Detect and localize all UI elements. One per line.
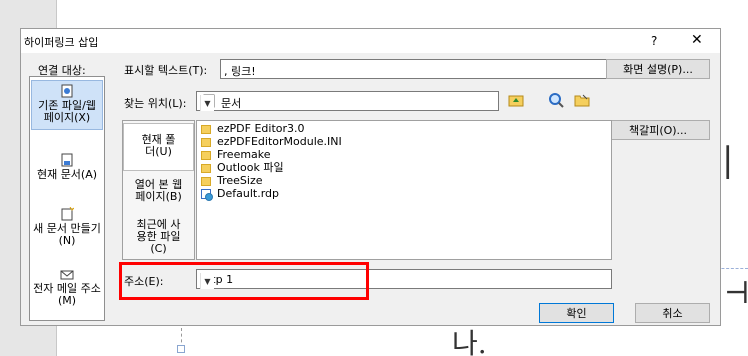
folder-icon <box>201 124 211 134</box>
document-text-fragment-bottom-right: ⊣ <box>724 276 748 311</box>
existing-file-icon <box>60 84 74 98</box>
bookmark-button[interactable]: 책갈피(O)... <box>606 120 710 140</box>
place-label: 열어 본 웹 페이지(B) <box>134 178 183 203</box>
folder-icon <box>201 150 211 160</box>
folder-icon <box>201 137 211 147</box>
document-text-fragment-bottom: 나. <box>452 327 487 356</box>
link-type-panel: 기존 파일/웹 페이지(X) 현재 문서(A) 새 문서 만들기(N) 전자 메… <box>29 76 105 321</box>
file-list: ezPDF Editor3.0 ezPDFEditorModule.INI Fr… <box>196 120 612 260</box>
new-document-icon <box>60 206 75 221</box>
link-type-label: 전자 메일 주소(M) <box>33 282 101 307</box>
ok-button[interactable]: 확인 <box>539 303 614 323</box>
link-type-email[interactable]: 전자 메일 주소(M) <box>31 267 103 311</box>
link-type-current-document[interactable]: 현재 문서(A) <box>31 153 103 193</box>
cancel-button[interactable]: 취소 <box>635 303 710 323</box>
help-button[interactable]: ? <box>651 34 657 48</box>
file-name: ezPDF Editor3.0 <box>217 122 305 135</box>
dialog-titlebar[interactable]: 하이퍼링크 삽입 ? ✕ <box>21 29 720 53</box>
remote-desktop-icon <box>201 189 213 201</box>
look-in-value: 문서 <box>221 97 242 110</box>
place-browsed-pages[interactable]: 열어 본 웹 페이지(B) <box>123 179 194 215</box>
place-current-folder[interactable]: 현재 폴더(U) <box>123 123 194 171</box>
link-type-label: 새 문서 만들기(N) <box>33 222 101 247</box>
display-text-input[interactable]: , 링크! <box>220 59 612 79</box>
address-highlight-box <box>119 262 369 300</box>
places-bar: 현재 폴더(U) 열어 본 웹 페이지(B) 최근에 사용한 파일(C) <box>122 120 195 260</box>
file-name: TreeSize <box>217 174 263 187</box>
chevron-down-icon: ▼ <box>200 95 214 111</box>
dialog-title: 하이퍼링크 삽입 <box>24 36 99 49</box>
up-folder-icon[interactable] <box>507 91 525 109</box>
place-recent-files[interactable]: 최근에 사용한 파일(C) <box>123 219 194 259</box>
display-text-label: 표시할 텍스트(T): <box>124 64 208 77</box>
list-item[interactable]: ezPDFEditorModule.INI <box>201 136 342 148</box>
screentip-button[interactable]: 화면 설명(P)... <box>606 59 710 79</box>
file-name: Freemake <box>217 148 271 161</box>
email-icon <box>60 267 74 281</box>
web-search-icon[interactable] <box>547 91 565 109</box>
current-document-icon <box>60 153 74 167</box>
document-text-fragment-right: | <box>722 140 734 180</box>
display-text-value: , 링크! <box>224 65 256 78</box>
folder-icon <box>201 163 211 173</box>
link-type-new-document[interactable]: 새 문서 만들기(N) <box>31 206 103 251</box>
list-item[interactable]: Outlook 파일 <box>201 162 284 174</box>
list-item[interactable]: Default.rdp <box>201 187 279 201</box>
link-type-existing-file[interactable]: 기존 파일/웹 페이지(X) <box>31 80 103 130</box>
list-item[interactable]: TreeSize <box>201 175 263 187</box>
list-item[interactable]: ezPDF Editor3.0 <box>201 123 305 135</box>
document-anchor-marker <box>177 345 185 353</box>
file-name: Default.rdp <box>217 187 279 200</box>
browse-file-icon[interactable] <box>573 91 591 109</box>
file-name: ezPDFEditorModule.INI <box>217 135 342 148</box>
place-label: 최근에 사용한 파일(C) <box>136 218 181 255</box>
link-type-label: 기존 파일/웹 페이지(X) <box>38 99 96 124</box>
place-label: 현재 폴더(U) <box>141 133 176 158</box>
look-in-select[interactable]: 문서 ▼ <box>196 91 499 111</box>
link-type-label: 현재 문서(A) <box>36 168 98 181</box>
list-item[interactable]: Freemake <box>201 149 271 161</box>
look-in-label: 찾는 위치(L): <box>124 97 187 110</box>
close-button[interactable]: ✕ <box>691 32 703 48</box>
file-name: Outlook 파일 <box>217 161 284 174</box>
folder-icon <box>201 176 211 186</box>
